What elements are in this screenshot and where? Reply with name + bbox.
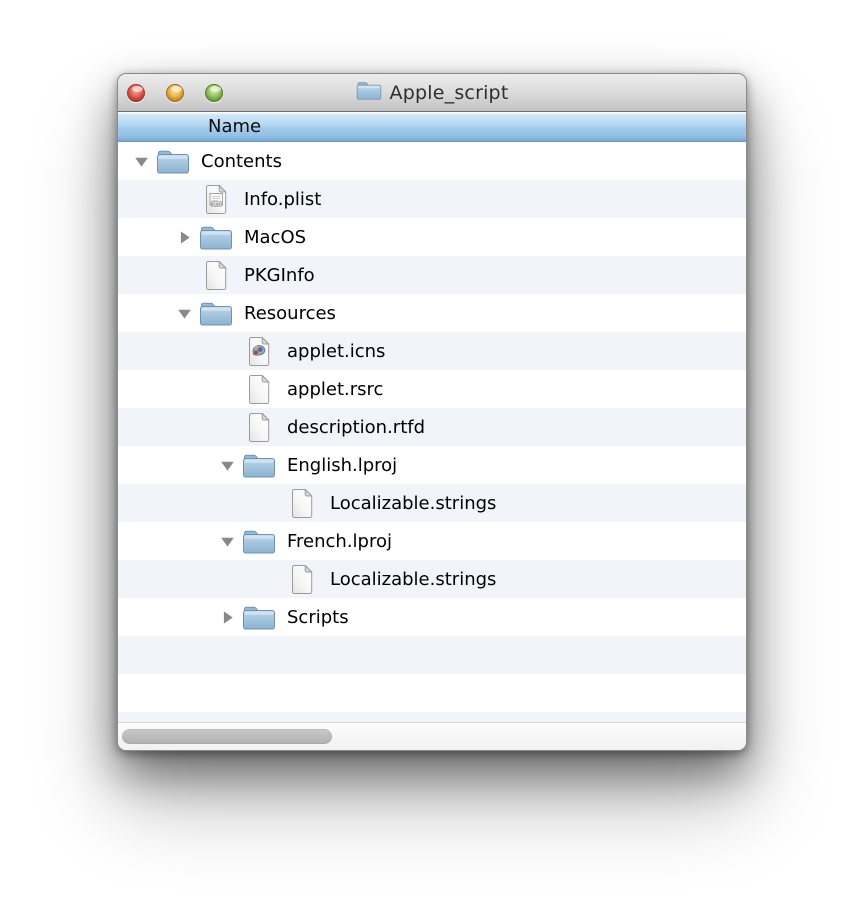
item-label: Scripts <box>287 607 349 628</box>
tree-row-info-plist[interactable]: PLIST Info.plist <box>118 180 746 218</box>
titlebar[interactable]: Apple_script <box>118 74 746 112</box>
folder-icon <box>197 300 235 327</box>
item-label: Localizable.strings <box>330 569 496 590</box>
tree-row-contents[interactable]: Contents <box>118 142 746 180</box>
column-header-label: Name <box>208 116 261 137</box>
item-label: Resources <box>244 303 336 324</box>
folder-icon <box>197 224 235 251</box>
file-icon <box>283 488 321 519</box>
folder-icon <box>240 528 278 555</box>
item-label: French.lproj <box>287 531 392 552</box>
file-tree: Contents PLIST Info.plist MacOS PKGInfo … <box>118 142 746 722</box>
tree-row-localizable-strings[interactable]: Localizable.strings <box>118 560 746 598</box>
disclosure-expanded-icon[interactable] <box>214 459 240 472</box>
tree-row-description-rtfd[interactable]: description.rtfd <box>118 408 746 446</box>
icns-file-icon <box>240 336 278 367</box>
tree-row-french-lproj[interactable]: French.lproj <box>118 522 746 560</box>
close-button[interactable] <box>127 84 145 102</box>
folder-icon <box>240 452 278 479</box>
disclosure-collapsed-icon[interactable] <box>171 230 197 245</box>
item-label: applet.icns <box>287 341 385 362</box>
item-label: Contents <box>201 151 282 172</box>
window-title: Apple_script <box>390 82 509 104</box>
file-icon <box>240 374 278 405</box>
item-label: applet.rsrc <box>287 379 383 400</box>
file-icon <box>240 412 278 443</box>
item-label: MacOS <box>244 227 306 248</box>
finder-window: Apple_script Name Contents PLIST Info.pl… <box>117 73 747 751</box>
item-label: PKGInfo <box>244 265 315 286</box>
folder-icon <box>356 80 382 105</box>
tree-row-scripts[interactable]: Scripts <box>118 598 746 636</box>
item-label: Localizable.strings <box>330 493 496 514</box>
disclosure-collapsed-icon[interactable] <box>214 610 240 625</box>
folder-icon <box>240 604 278 631</box>
item-label: description.rtfd <box>287 417 425 438</box>
traffic-lights <box>127 74 223 111</box>
disclosure-expanded-icon[interactable] <box>214 535 240 548</box>
file-icon <box>197 260 235 291</box>
folder-icon <box>154 148 192 175</box>
horizontal-scrollbar[interactable] <box>118 722 746 750</box>
disclosure-expanded-icon[interactable] <box>128 155 154 168</box>
tree-row-applet-rsrc[interactable]: applet.rsrc <box>118 370 746 408</box>
svg-text:PLIST: PLIST <box>211 202 220 206</box>
tree-row-applet-icns[interactable]: applet.icns <box>118 332 746 370</box>
file-icon <box>283 564 321 595</box>
window-title-area: Apple_script <box>356 80 509 105</box>
tree-row-localizable-strings[interactable]: Localizable.strings <box>118 484 746 522</box>
zoom-button[interactable] <box>205 84 223 102</box>
item-label: Info.plist <box>244 189 321 210</box>
tree-row-macos[interactable]: MacOS <box>118 218 746 256</box>
tree-row-resources[interactable]: Resources <box>118 294 746 332</box>
item-label: English.lproj <box>287 455 397 476</box>
minimize-button[interactable] <box>166 84 184 102</box>
tree-row-pkginfo[interactable]: PKGInfo <box>118 256 746 294</box>
plist-file-icon: PLIST <box>197 184 235 215</box>
disclosure-expanded-icon[interactable] <box>171 307 197 320</box>
scrollbar-thumb[interactable] <box>122 729 332 744</box>
column-header-name[interactable]: Name <box>118 112 746 142</box>
tree-row-english-lproj[interactable]: English.lproj <box>118 446 746 484</box>
